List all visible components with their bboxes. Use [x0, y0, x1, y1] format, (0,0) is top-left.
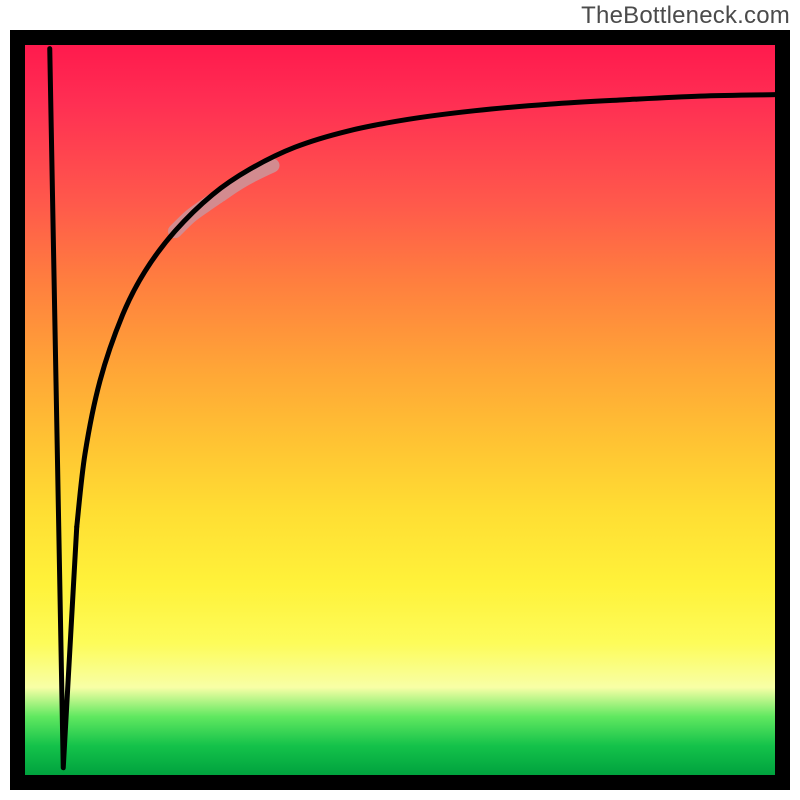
left-spike-path — [50, 49, 77, 768]
highlight-segment-path — [175, 165, 273, 231]
main-curve-path — [77, 95, 775, 527]
plot-area — [10, 30, 790, 790]
chart-frame: TheBottleneck.com — [0, 0, 800, 800]
watermark-text: TheBottleneck.com — [581, 2, 790, 30]
curve-layer — [25, 45, 775, 775]
